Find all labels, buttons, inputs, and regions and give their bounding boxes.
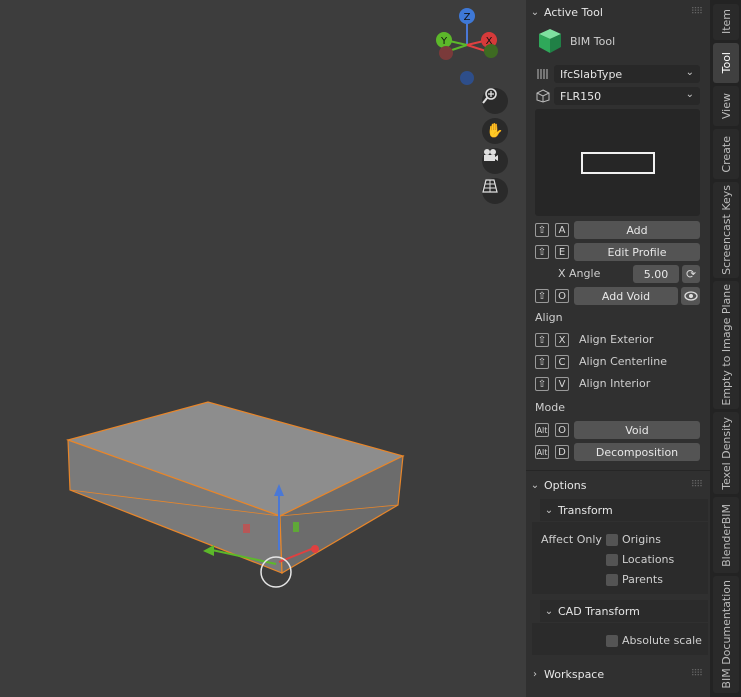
edit-profile-hotkey: E: [555, 245, 569, 259]
alt-key: Alt: [535, 423, 549, 437]
tab-item[interactable]: Item: [713, 4, 739, 40]
ifc-type-select[interactable]: IfcSlabType ⌄: [554, 65, 700, 83]
nav-gizmo-neg-z[interactable]: [460, 71, 474, 85]
gizmo-y-arrow[interactable]: [203, 545, 214, 556]
transform-subheader[interactable]: ⌄ Transform: [540, 499, 708, 521]
zoom-icon[interactable]: [482, 88, 508, 114]
nav-gizmo-neg-y[interactable]: [439, 46, 453, 60]
cad-transform-title: CAD Transform: [558, 604, 640, 618]
origins-checkbox[interactable]: [606, 534, 618, 546]
shift-key-icon: ⇧: [535, 333, 549, 347]
shift-key-icon: ⇧: [535, 289, 549, 303]
3d-viewport[interactable]: Z Y X ✋: [0, 0, 526, 697]
add-hotkey: A: [555, 223, 569, 237]
shift-key-icon: ⇧: [535, 377, 549, 391]
active-tool-header[interactable]: ⌄ Active Tool ⠿⠿: [526, 1, 710, 23]
slab-type-icon: [536, 67, 550, 81]
chevron-down-icon: ⌄: [530, 6, 540, 18]
profile-preview: [535, 109, 700, 216]
profile-rectangle-preview: [581, 152, 655, 174]
drag-grip-icon[interactable]: ⠿⠿: [691, 669, 703, 679]
refresh-icon[interactable]: ⟳: [682, 265, 700, 283]
camera-icon[interactable]: [482, 148, 508, 174]
workspace-title: Workspace: [544, 667, 605, 681]
nav-gizmo-neg-x[interactable]: [484, 44, 498, 58]
tab-screencast-keys[interactable]: Screencast Keys: [713, 182, 739, 278]
drag-grip-icon[interactable]: ⠿⠿: [691, 480, 703, 490]
align-centerline-hotkey: C: [555, 355, 569, 369]
ifc-type-value: IfcSlabType: [560, 67, 623, 81]
add-void-hotkey: O: [555, 289, 569, 303]
mode-section-label: Mode: [535, 401, 565, 414]
drag-grip-icon[interactable]: ⠿⠿: [691, 7, 703, 17]
cube-outline-icon: [536, 89, 550, 103]
sidebar-tabs: Item Tool View Create Screencast Keys Em…: [710, 0, 741, 697]
gizmo-plane-xz[interactable]: [293, 522, 299, 532]
transform-title: Transform: [558, 503, 613, 517]
chevron-down-icon: ⌄: [530, 479, 540, 491]
locations-label: Locations: [622, 553, 675, 566]
chevron-right-icon: ›: [533, 668, 537, 680]
align-interior-hotkey: V: [555, 377, 569, 391]
tab-create[interactable]: Create: [713, 129, 739, 179]
tab-empty-to-image-plane[interactable]: Empty to Image Plane: [713, 281, 739, 409]
void-hotkey: O: [555, 423, 569, 437]
add-button[interactable]: Add: [574, 221, 700, 239]
parents-checkbox[interactable]: [606, 574, 618, 586]
tab-bim-documentation[interactable]: BIM Documentation: [713, 576, 739, 693]
decomposition-mode-button[interactable]: Decomposition: [574, 443, 700, 461]
align-section-label: Align: [535, 311, 563, 324]
options-header[interactable]: ⌄ Options ⠿⠿: [526, 474, 710, 496]
options-title: Options: [544, 478, 587, 492]
tab-texel-density[interactable]: Texel Density: [713, 412, 739, 494]
workspace-header[interactable]: › Workspace ⠿⠿: [526, 663, 710, 685]
profile-select[interactable]: FLR150 ⌄: [554, 87, 700, 105]
alt-key: Alt: [535, 445, 549, 459]
gizmo-plane-yz[interactable]: [243, 524, 250, 533]
affect-only-label: Affect Only: [541, 533, 602, 546]
shift-key-icon: ⇧: [535, 355, 549, 369]
absolute-scale-checkbox[interactable]: [606, 635, 618, 647]
align-centerline-label: Align Centerline: [579, 355, 667, 368]
hand-pan-icon[interactable]: ✋: [482, 118, 508, 144]
profile-value: FLR150: [560, 89, 602, 103]
add-void-button[interactable]: Add Void: [574, 287, 678, 305]
nav-y-label: Y: [440, 36, 448, 47]
nav-z-label: Z: [464, 12, 471, 23]
bim-tool-cube-icon: [538, 28, 562, 54]
align-exterior-label: Align Exterior: [579, 333, 654, 346]
decomposition-hotkey: D: [555, 445, 569, 459]
origins-label: Origins: [622, 533, 661, 546]
grid-view-icon[interactable]: [482, 178, 508, 204]
align-interior-label: Align Interior: [579, 377, 651, 390]
tab-tool[interactable]: Tool: [713, 43, 739, 83]
parents-label: Parents: [622, 573, 663, 586]
active-tool-title: Active Tool: [544, 5, 603, 19]
void-mode-button[interactable]: Void: [574, 421, 700, 439]
absolute-scale-label: Absolute scale: [622, 634, 702, 647]
eye-icon[interactable]: [681, 287, 700, 305]
tab-view[interactable]: View: [713, 86, 739, 126]
tool-name: BIM Tool: [570, 35, 616, 48]
gizmo-x-handle[interactable]: [311, 545, 319, 553]
x-angle-field[interactable]: 5.00: [633, 265, 679, 283]
chevron-down-icon: ⌄: [544, 504, 554, 516]
chevron-down-icon: ⌄: [544, 605, 554, 617]
shift-key-icon: ⇧: [535, 245, 549, 259]
sidebar-panel: ⌄ Active Tool ⠿⠿ BIM Tool IfcSlabType ⌄ …: [526, 0, 710, 697]
edit-profile-button[interactable]: Edit Profile: [574, 243, 700, 261]
x-angle-label: X Angle: [558, 267, 601, 280]
viewport-canvas[interactable]: Z Y X: [0, 0, 526, 697]
align-exterior-hotkey: X: [555, 333, 569, 347]
chevron-down-icon: ⌄: [685, 89, 694, 100]
chevron-down-icon: ⌄: [685, 67, 694, 78]
cad-transform-subheader[interactable]: ⌄ CAD Transform: [540, 600, 708, 622]
tab-blenderbim[interactable]: BlenderBIM: [713, 497, 739, 573]
locations-checkbox[interactable]: [606, 554, 618, 566]
shift-key-icon: ⇧: [535, 223, 549, 237]
